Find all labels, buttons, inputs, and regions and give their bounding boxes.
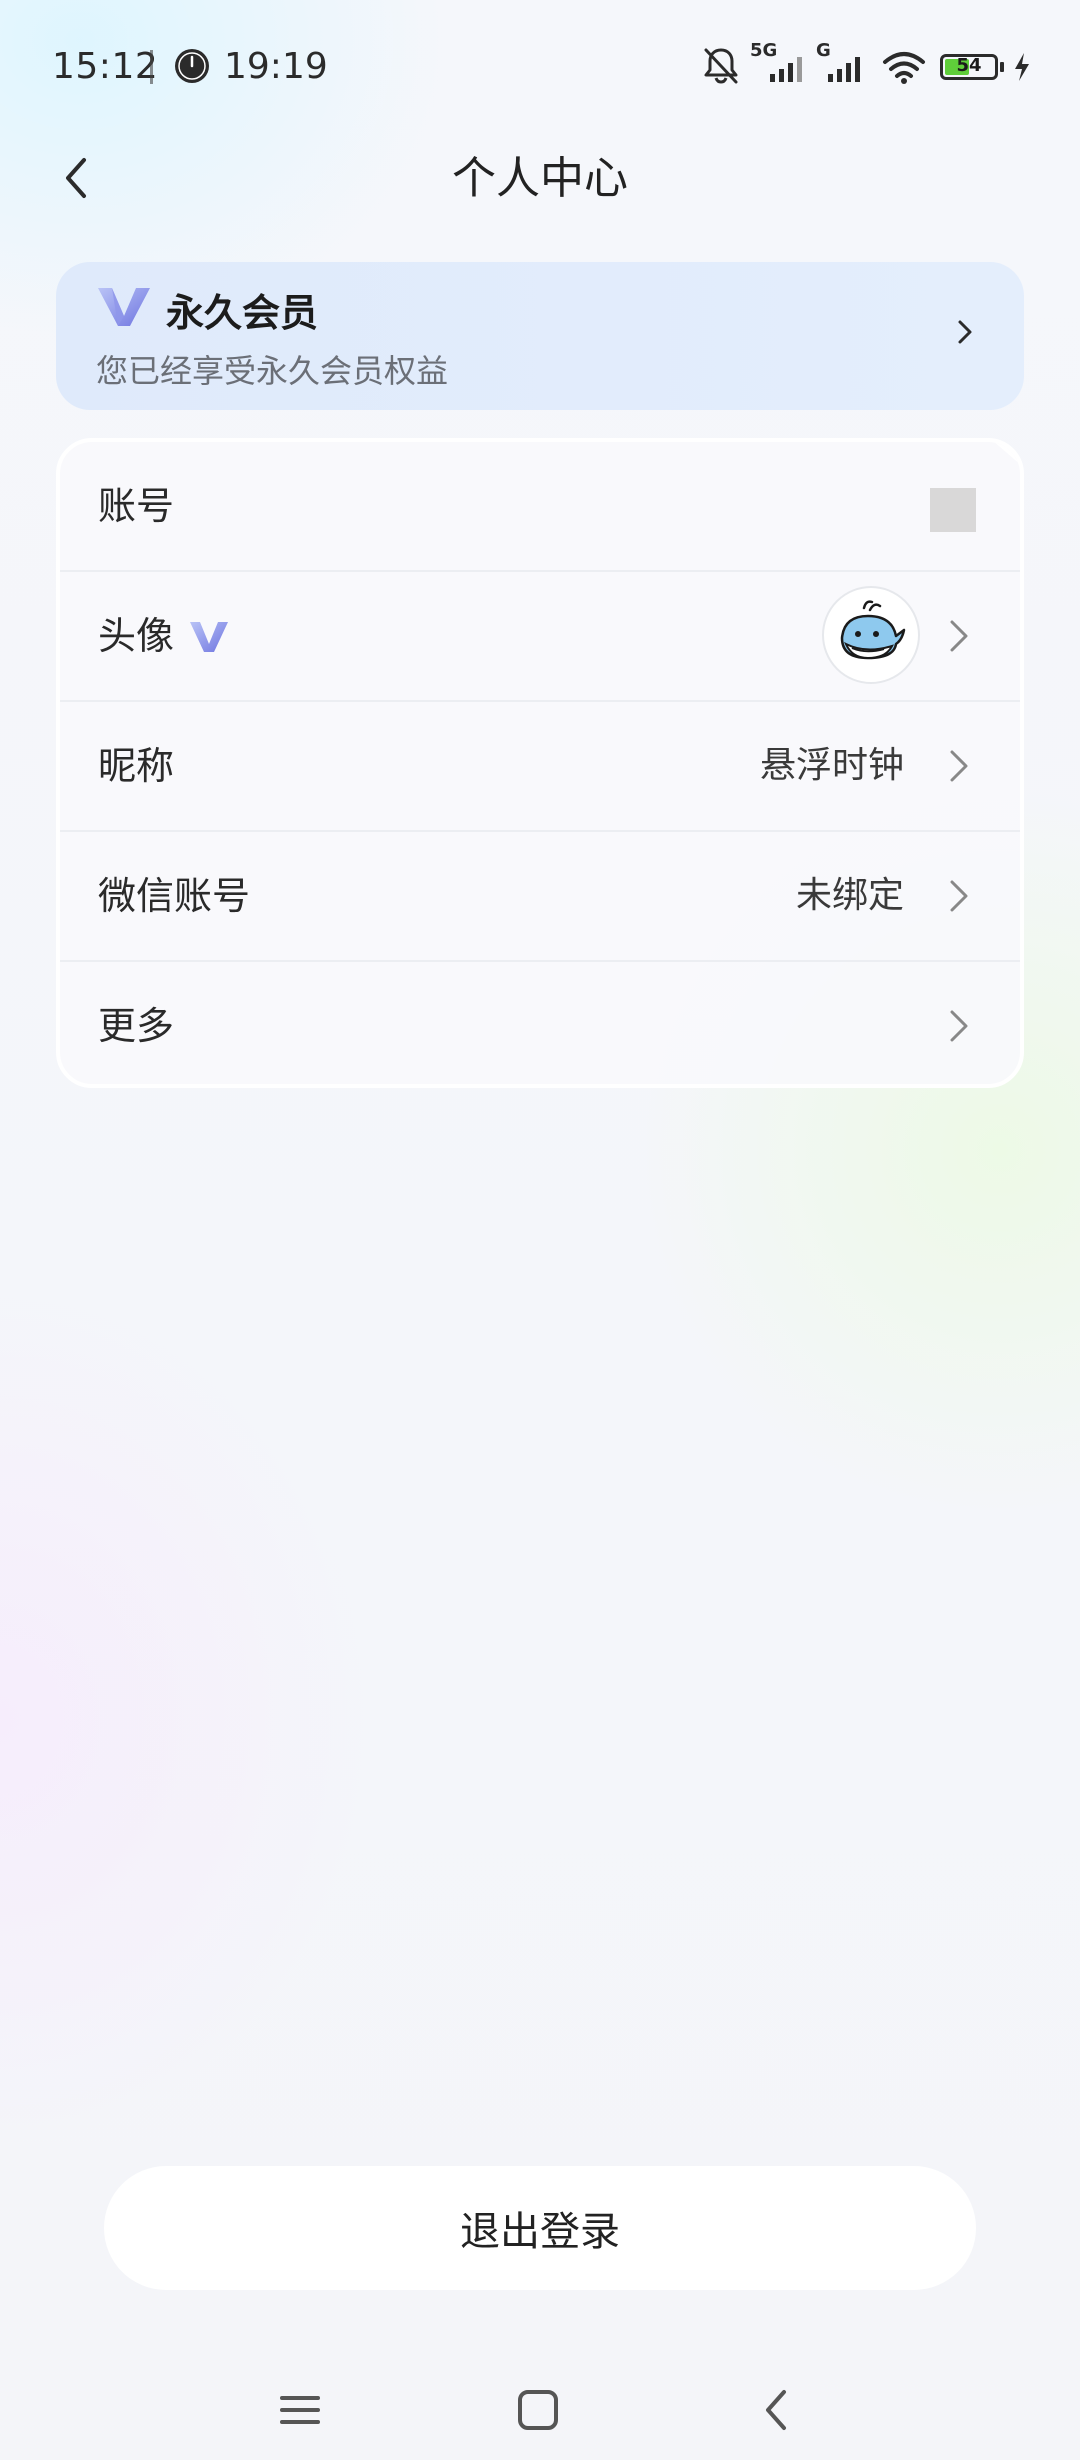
menu-icon[interactable] <box>270 2380 330 2440</box>
settings-row-account[interactable]: 账号 <box>60 442 1020 570</box>
signal-icon <box>770 57 802 82</box>
avatar[interactable] <box>822 586 920 684</box>
vip-badge-icon <box>190 622 228 652</box>
battery-percent: 54 <box>956 55 982 76</box>
page-title: 个人中心 <box>452 153 628 204</box>
chevron-right-icon <box>950 880 968 912</box>
whale-avatar-icon <box>840 600 906 660</box>
status-bar: 15:12 19:19 5G G 54 <box>0 0 1080 130</box>
charging-icon <box>1015 53 1029 81</box>
settings-list: 账号 头像 昵称 悬浮时钟 微信账号 未绑定 更多 <box>56 438 1024 1088</box>
settings-row-wechat[interactable]: 微信账号 未绑定 <box>60 832 1020 960</box>
member-card[interactable]: 永久会员 您已经享受永久会员权益 <box>56 262 1024 410</box>
vip-logo-icon <box>98 288 150 326</box>
status-separator <box>150 50 153 84</box>
member-title: 永久会员 <box>166 291 319 335</box>
home-icon[interactable] <box>508 2380 568 2440</box>
bell-muted-icon <box>704 48 738 84</box>
clock-icon <box>175 49 209 83</box>
navigation-bar <box>0 2360 1080 2460</box>
signal-icon <box>828 57 860 82</box>
header: 个人中心 <box>0 130 1080 260</box>
status-icons: 5G G 54 <box>700 40 1040 88</box>
row-label: 账号 <box>98 484 175 528</box>
chevron-right-icon <box>950 1010 968 1042</box>
row-label: 昵称 <box>98 744 175 788</box>
row-label: 头像 <box>98 614 175 658</box>
row-label: 更多 <box>98 1004 175 1048</box>
settings-row-nickname[interactable]: 昵称 悬浮时钟 <box>60 702 1020 830</box>
row-value: 悬浮时钟 <box>759 745 904 786</box>
row-label: 微信账号 <box>98 874 251 918</box>
status-time: 15:12 <box>52 46 159 87</box>
row-value: 未绑定 <box>795 875 904 916</box>
member-subtitle: 您已经享受永久会员权益 <box>96 352 449 390</box>
settings-row-avatar[interactable]: 头像 <box>60 572 1020 700</box>
logout-button[interactable]: 退出登录 <box>104 2166 976 2290</box>
floating-clock-time: 19:19 <box>224 46 328 87</box>
back-icon[interactable] <box>748 2380 808 2440</box>
wifi-icon <box>883 52 925 84</box>
account-value-redacted <box>930 488 976 532</box>
chevron-right-icon <box>950 750 968 782</box>
chevron-right-icon <box>958 320 972 344</box>
chevron-right-icon <box>950 620 968 652</box>
settings-row-more[interactable]: 更多 <box>60 962 1020 1084</box>
